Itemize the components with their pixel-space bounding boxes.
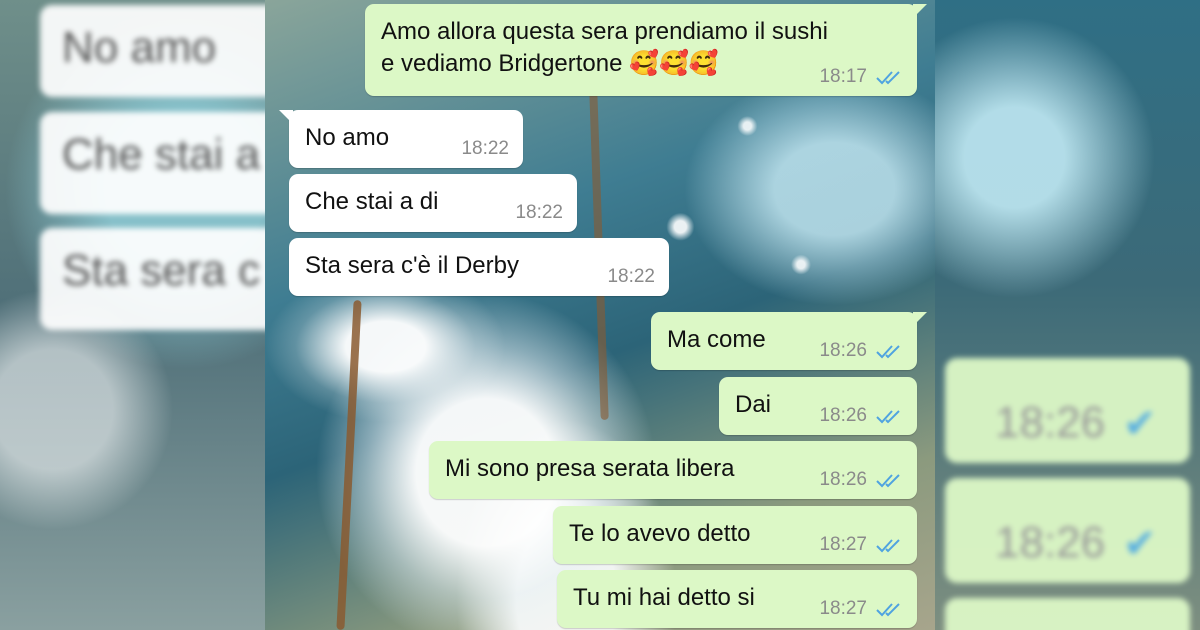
message-time: 18:17 <box>819 66 867 87</box>
message-bubble-incoming[interactable]: Sta sera c'è il Derby 18:22 <box>289 238 669 296</box>
message-time: 18:22 <box>607 266 655 287</box>
message-meta: 18:26 <box>819 469 903 491</box>
message-text: Tu mi hai detto si <box>573 584 755 611</box>
message-time: 18:22 <box>515 202 563 223</box>
double-check-icon <box>876 410 900 424</box>
message-text: Ma come <box>667 326 766 353</box>
message-text: Sta sera c'è il Derby <box>305 252 519 279</box>
message-bubble-outgoing[interactable]: Amo allora questa sera prendiamo il sush… <box>365 4 927 96</box>
message-bubble-outgoing[interactable]: Te lo avevo detto 18:27 <box>553 506 917 564</box>
chat-screenshot: Amo allora questa sera prendiamo il sush… <box>265 0 935 630</box>
blurred-message: 18:26 ✔ <box>945 358 1190 463</box>
message-bubble-incoming[interactable]: Che stai a di 18:22 <box>289 174 577 232</box>
blurred-message: No amo <box>40 5 265 97</box>
blurred-message: Che stai a <box>40 112 265 214</box>
message-meta: 18:17 <box>819 66 903 88</box>
message-bubble-incoming[interactable]: No amo 18:22 <box>279 110 523 168</box>
message-text: Che stai a di <box>305 188 439 215</box>
message-text: Amo allora questa sera prendiamo il sush… <box>381 18 828 77</box>
message-text: No amo <box>305 124 390 151</box>
message-time: 18:26 <box>819 340 867 361</box>
left-blurred-backdrop: No amo Che stai a Sta sera c <box>0 0 265 630</box>
double-check-icon <box>876 345 900 359</box>
double-check-icon <box>876 71 900 85</box>
message-meta: 18:22 <box>461 138 509 160</box>
message-meta: 18:26 <box>819 340 903 362</box>
message-text: Dai <box>735 391 772 418</box>
double-check-icon <box>876 539 900 553</box>
message-meta: 18:22 <box>607 266 655 288</box>
blurred-message <box>945 598 1190 630</box>
message-bubble-outgoing[interactable]: Dai 18:26 <box>719 377 917 435</box>
message-bubble-outgoing[interactable]: Mi sono presa serata libera 18:26 <box>429 441 917 499</box>
message-time: 18:26 <box>819 469 867 490</box>
message-meta: 18:27 <box>819 534 903 556</box>
wallpaper-stem <box>336 300 362 630</box>
blurred-message: 18:26 ✔ <box>945 478 1190 583</box>
message-time: 18:27 <box>819 598 867 619</box>
message-text: Mi sono presa serata libera <box>445 455 735 482</box>
message-bubble-outgoing[interactable]: Tu mi hai detto si 18:27 <box>557 570 917 628</box>
message-time: 18:26 <box>819 405 867 426</box>
double-check-icon <box>876 474 900 488</box>
double-check-icon <box>876 603 900 617</box>
message-time: 18:22 <box>461 138 509 159</box>
right-blurred-backdrop: 18:26 ✔ 18:26 ✔ <box>935 0 1200 630</box>
blurred-message: Sta sera c <box>40 228 265 330</box>
message-meta: 18:22 <box>515 202 563 224</box>
message-text: Te lo avevo detto <box>569 520 751 547</box>
message-meta: 18:27 <box>819 598 903 620</box>
message-meta: 18:26 <box>819 405 903 427</box>
message-time: 18:27 <box>819 534 867 555</box>
message-bubble-outgoing[interactable]: Ma come 18:26 <box>651 312 927 370</box>
